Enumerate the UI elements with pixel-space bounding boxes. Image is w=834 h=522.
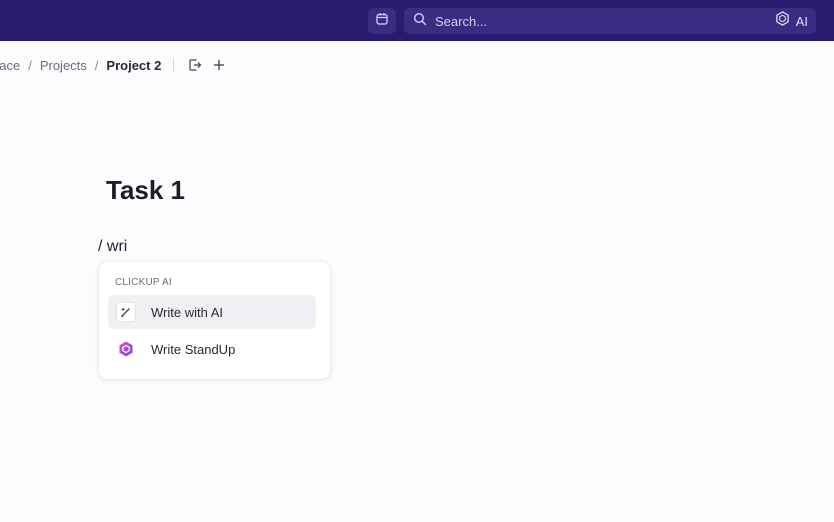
breadcrumb-item-projects[interactable]: Projects	[40, 58, 87, 73]
pen-sparkle-icon	[116, 302, 136, 322]
clickup-ai-icon	[116, 339, 136, 359]
menu-item-label: Write with AI	[151, 304, 224, 320]
calendar-icon	[375, 12, 389, 31]
ai-label: AI	[795, 13, 808, 29]
clickup-ai-icon	[775, 11, 790, 31]
menu-item-label: Write StandUp	[151, 341, 236, 357]
share-icon[interactable]	[186, 56, 204, 74]
top-bar: Search... AI	[0, 0, 834, 41]
search-input[interactable]: Search...	[435, 14, 487, 29]
search-icon	[413, 12, 427, 31]
search-bar[interactable]: Search... AI	[404, 8, 816, 34]
slash-command-input[interactable]: / wri	[98, 238, 127, 256]
breadcrumb-item-space[interactable]: pace	[0, 58, 20, 73]
breadcrumb-item-project-2[interactable]: Project 2	[106, 58, 161, 73]
add-icon[interactable]	[210, 56, 228, 74]
breadcrumb-separator: /	[28, 57, 32, 73]
breadcrumb: pace / Projects / Project 2	[0, 56, 234, 74]
task-title[interactable]: Task 1	[106, 175, 185, 206]
ai-button[interactable]: AI	[775, 8, 808, 34]
menu-item-write-standup[interactable]: Write StandUp	[108, 332, 316, 366]
slash-command-menu: CLICKUP AI Write with AI Write StandUp	[99, 262, 330, 379]
divider	[173, 58, 175, 72]
breadcrumb-separator: /	[94, 57, 99, 73]
menu-item-write-with-ai[interactable]: Write with AI	[108, 295, 316, 329]
menu-section-header: CLICKUP AI	[115, 277, 172, 288]
calendar-button[interactable]	[368, 8, 396, 34]
